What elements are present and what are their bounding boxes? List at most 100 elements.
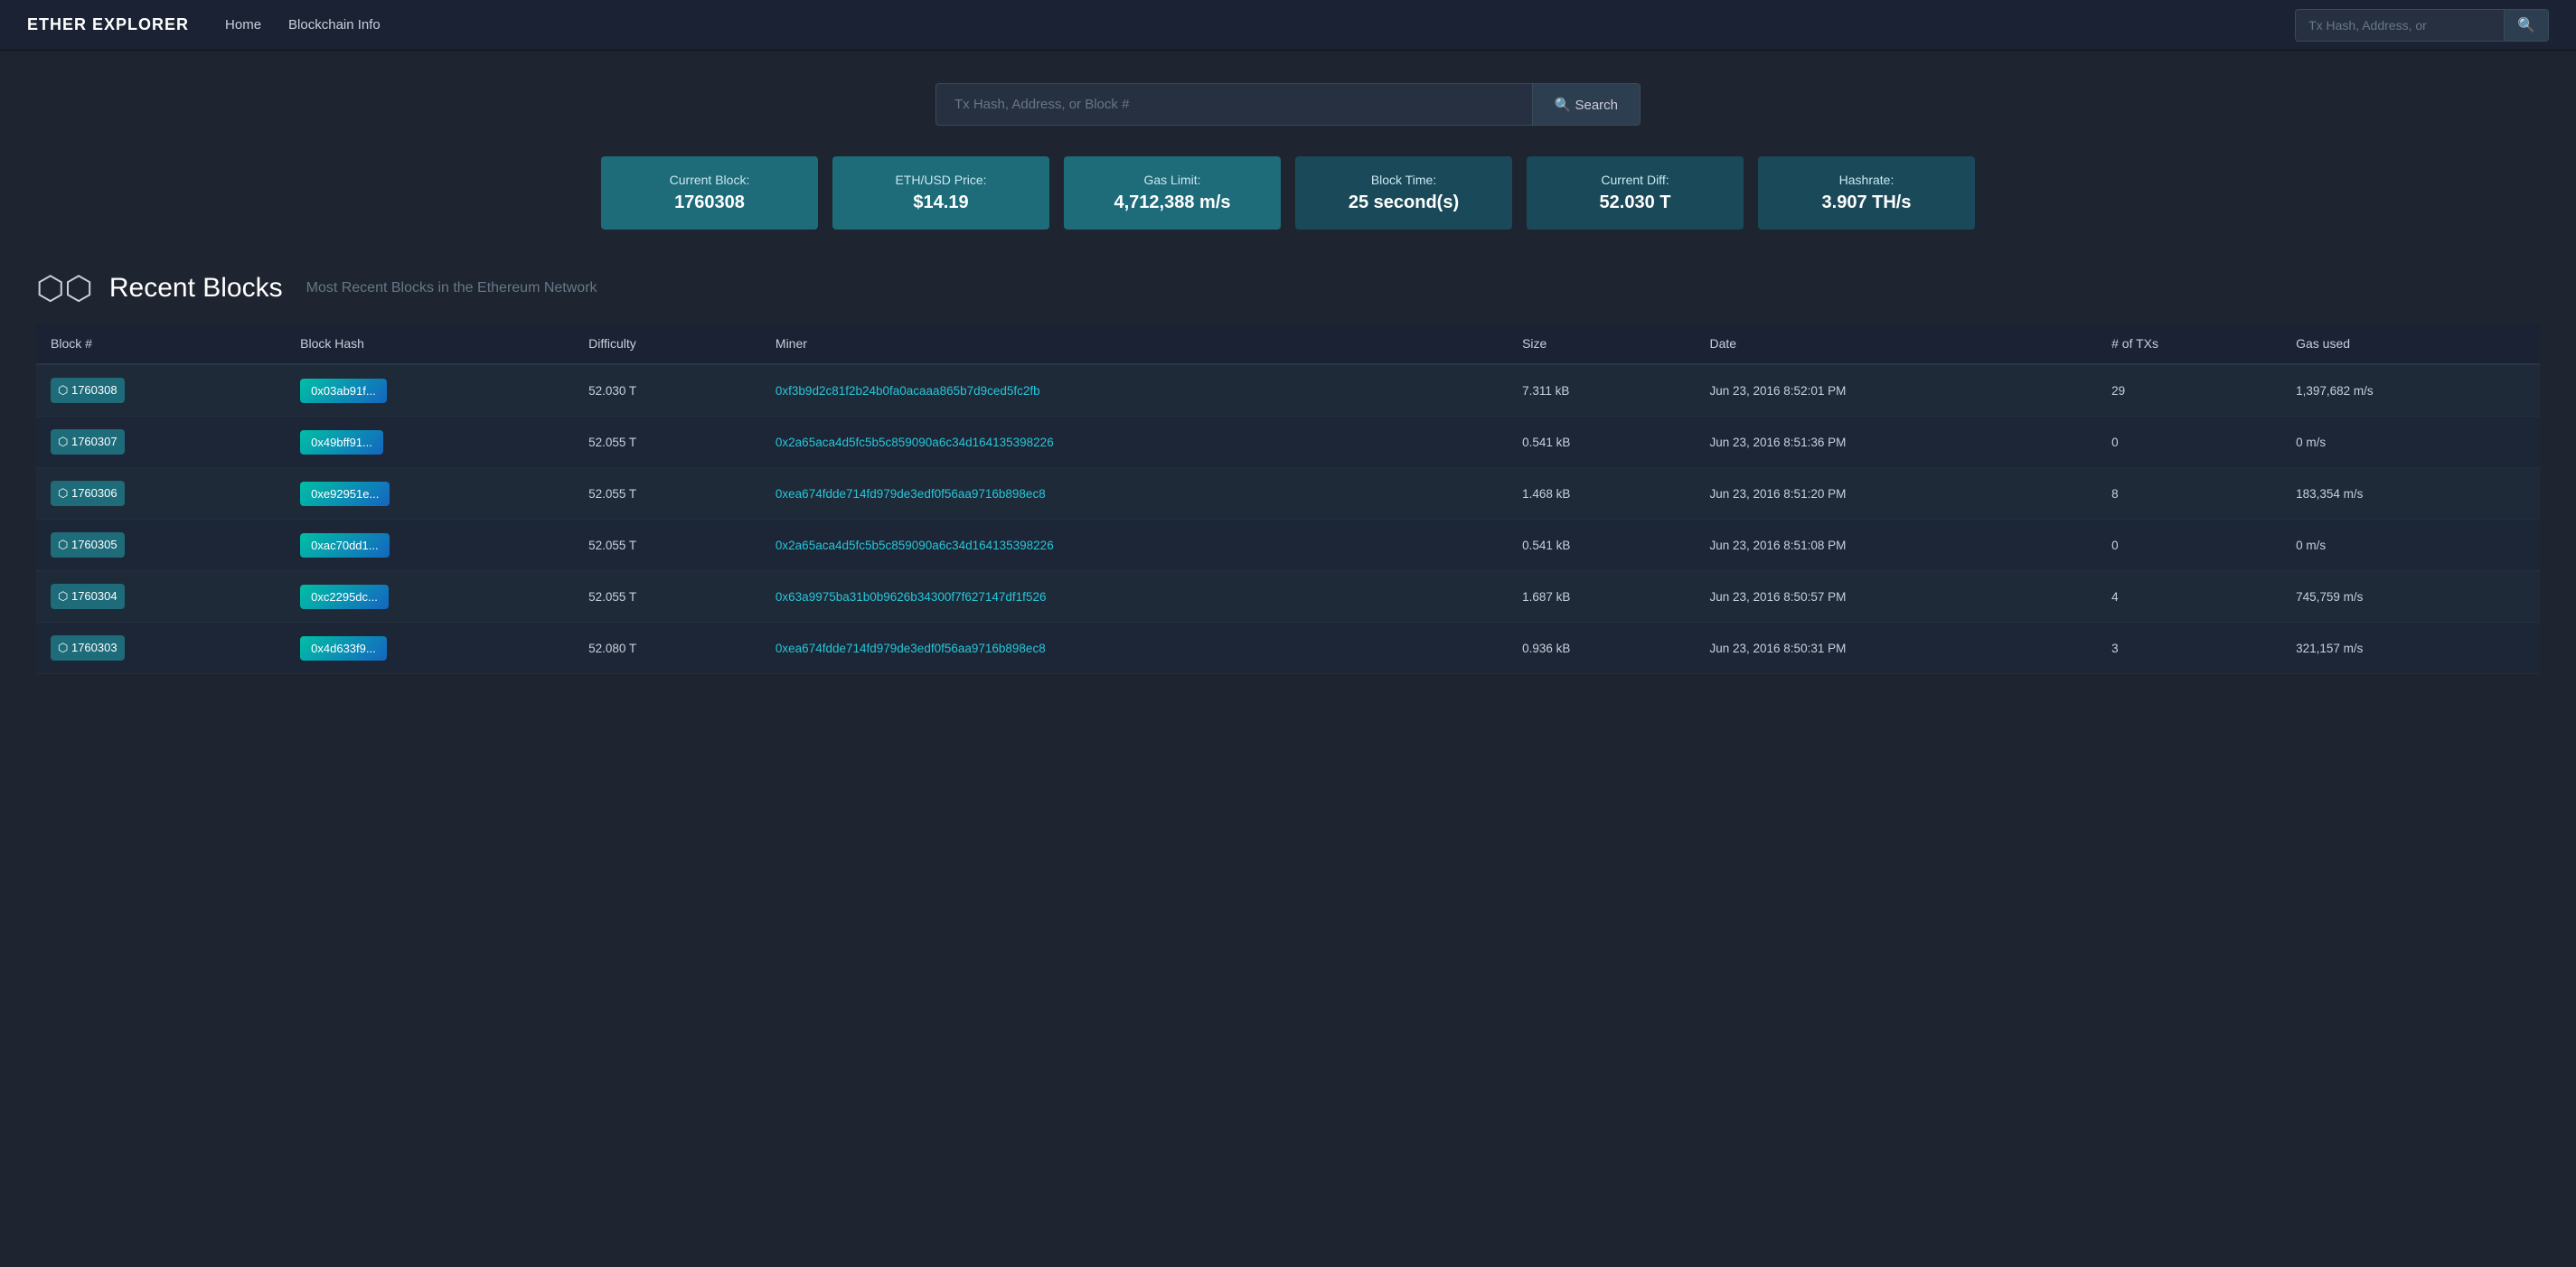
- hero-search-button[interactable]: 🔍 Search: [1532, 84, 1640, 125]
- blocks-table-container: Block #Block HashDifficultyMinerSizeDate…: [0, 314, 2576, 710]
- stat-label-1: ETH/USD Price:: [858, 173, 1024, 187]
- navbar: ETHER EXPLORER Home Blockchain Info 🔍: [0, 0, 2576, 51]
- num-txs-cell-0: 29: [2097, 364, 2281, 417]
- gas-used-cell-0: 1,397,682 m/s: [2281, 364, 2540, 417]
- date-cell-0: Jun 23, 2016 8:52:01 PM: [1695, 364, 2097, 417]
- block-icon-5[interactable]: ⬡ 1760303: [51, 635, 125, 661]
- block-hash-badge-2[interactable]: 0xe92951e...: [300, 482, 390, 506]
- difficulty-cell-2: 52.055 T: [574, 468, 761, 520]
- navbar-search-button[interactable]: 🔍: [2504, 10, 2548, 41]
- table-header: Block #Block HashDifficultyMinerSizeDate…: [36, 324, 2540, 364]
- difficulty-cell-3: 52.055 T: [574, 520, 761, 571]
- stat-label-0: Current Block:: [626, 173, 793, 187]
- difficulty-cell-1: 52.055 T: [574, 417, 761, 468]
- stat-value-3: 25 second(s): [1321, 192, 1487, 213]
- num-txs-cell-3: 0: [2097, 520, 2281, 571]
- col-header-3: Miner: [761, 324, 1508, 364]
- miner-link-3[interactable]: 0x2a65aca4d5fc5b5c859090a6c34d1641353982…: [776, 539, 1054, 552]
- navbar-search-input[interactable]: [2296, 12, 2504, 39]
- block-hash-badge-1[interactable]: 0x49bff91...: [300, 430, 383, 455]
- stat-value-0: 1760308: [626, 192, 793, 213]
- date-cell-5: Jun 23, 2016 8:50:31 PM: [1695, 623, 2097, 674]
- block-num-cell-0: ⬡ 1760308: [36, 364, 286, 417]
- block-hash-cell-3: 0xac70dd1...: [286, 520, 574, 571]
- block-hash-cell-5: 0x4d633f9...: [286, 623, 574, 674]
- difficulty-cell-4: 52.055 T: [574, 571, 761, 623]
- num-txs-cell-4: 4: [2097, 571, 2281, 623]
- miner-cell-3: 0x2a65aca4d5fc5b5c859090a6c34d1641353982…: [761, 520, 1508, 571]
- nav-blockchain-info[interactable]: Blockchain Info: [288, 17, 381, 33]
- col-header-5: Date: [1695, 324, 2097, 364]
- stat-label-2: Gas Limit:: [1089, 173, 1255, 187]
- col-header-1: Block Hash: [286, 324, 574, 364]
- date-cell-3: Jun 23, 2016 8:51:08 PM: [1695, 520, 2097, 571]
- hero-section: 🔍 Search: [0, 51, 2576, 147]
- block-num-cell-4: ⬡ 1760304: [36, 571, 286, 623]
- nav-links: Home Blockchain Info: [225, 17, 2295, 33]
- col-header-4: Size: [1508, 324, 1695, 364]
- gas-used-cell-1: 0 m/s: [2281, 417, 2540, 468]
- block-icon-4[interactable]: ⬡ 1760304: [51, 584, 125, 609]
- gas-used-cell-4: 745,759 m/s: [2281, 571, 2540, 623]
- table-row: ⬡ 1760304 0xc2295dc... 52.055 T 0x63a9975b…: [36, 571, 2540, 623]
- date-cell-4: Jun 23, 2016 8:50:57 PM: [1695, 571, 2097, 623]
- hero-search-form: 🔍 Search: [935, 83, 1641, 126]
- block-num-cell-5: ⬡ 1760303: [36, 623, 286, 674]
- brand: ETHER EXPLORER: [27, 15, 189, 34]
- miner-link-5[interactable]: 0xea674fdde714fd979de3edf0f56aa9716b898e…: [776, 642, 1046, 655]
- block-hash-badge-5[interactable]: 0x4d633f9...: [300, 636, 387, 661]
- block-num-cell-3: ⬡ 1760305: [36, 520, 286, 571]
- miner-cell-5: 0xea674fdde714fd979de3edf0f56aa9716b898e…: [761, 623, 1508, 674]
- stat-card-5: Hashrate: 3.907 TH/s: [1758, 156, 1975, 230]
- nav-home[interactable]: Home: [225, 17, 261, 33]
- table-row: ⬡ 1760305 0xac70dd1... 52.055 T 0x2a65aca4…: [36, 520, 2540, 571]
- date-cell-2: Jun 23, 2016 8:51:20 PM: [1695, 468, 2097, 520]
- section-subtitle: Most Recent Blocks in the Ethereum Netwo…: [306, 280, 597, 296]
- miner-link-1[interactable]: 0x2a65aca4d5fc5b5c859090a6c34d1641353982…: [776, 436, 1054, 449]
- table-row: ⬡ 1760307 0x49bff91... 52.055 T 0x2a65aca4…: [36, 417, 2540, 468]
- block-num-cell-1: ⬡ 1760307: [36, 417, 286, 468]
- miner-link-4[interactable]: 0x63a9975ba31b0b9626b34300f7f627147df1f5…: [776, 590, 1047, 604]
- col-header-7: Gas used: [2281, 324, 2540, 364]
- miner-cell-2: 0xea674fdde714fd979de3edf0f56aa9716b898e…: [761, 468, 1508, 520]
- stat-value-5: 3.907 TH/s: [1783, 192, 1950, 213]
- block-hash-badge-3[interactable]: 0xac70dd1...: [300, 533, 389, 558]
- section-title: Recent Blocks: [109, 273, 283, 304]
- block-icon-1[interactable]: ⬡ 1760307: [51, 429, 125, 455]
- stat-card-4: Current Diff: 52.030 T: [1527, 156, 1744, 230]
- num-txs-cell-1: 0: [2097, 417, 2281, 468]
- hero-search-input[interactable]: [936, 84, 1532, 125]
- table-row: ⬡ 1760303 0x4d633f9... 52.080 T 0xea674fdd…: [36, 623, 2540, 674]
- size-cell-5: 0.936 kB: [1508, 623, 1695, 674]
- block-hash-cell-4: 0xc2295dc...: [286, 571, 574, 623]
- stat-card-1: ETH/USD Price: $14.19: [832, 156, 1049, 230]
- stat-card-0: Current Block: 1760308: [601, 156, 818, 230]
- block-icon-3[interactable]: ⬡ 1760305: [51, 532, 125, 558]
- block-hash-badge-4[interactable]: 0xc2295dc...: [300, 585, 389, 609]
- navbar-search-form: 🔍: [2295, 9, 2549, 42]
- block-hash-cell-0: 0x03ab91f...: [286, 364, 574, 417]
- block-icon-0[interactable]: ⬡ 1760308: [51, 378, 125, 403]
- stat-label-5: Hashrate:: [1783, 173, 1950, 187]
- stat-card-2: Gas Limit: 4,712,388 m/s: [1064, 156, 1281, 230]
- col-header-6: # of TXs: [2097, 324, 2281, 364]
- block-hash-badge-0[interactable]: 0x03ab91f...: [300, 379, 387, 403]
- miner-link-2[interactable]: 0xea674fdde714fd979de3edf0f56aa9716b898e…: [776, 487, 1046, 501]
- col-header-2: Difficulty: [574, 324, 761, 364]
- block-hash-cell-1: 0x49bff91...: [286, 417, 574, 468]
- block-hash-cell-2: 0xe92951e...: [286, 468, 574, 520]
- block-num-cell-2: ⬡ 1760306: [36, 468, 286, 520]
- stat-label-4: Current Diff:: [1552, 173, 1718, 187]
- date-cell-1: Jun 23, 2016 8:51:36 PM: [1695, 417, 2097, 468]
- gas-used-cell-2: 183,354 m/s: [2281, 468, 2540, 520]
- miner-cell-1: 0x2a65aca4d5fc5b5c859090a6c34d1641353982…: [761, 417, 1508, 468]
- difficulty-cell-5: 52.080 T: [574, 623, 761, 674]
- size-cell-0: 7.311 kB: [1508, 364, 1695, 417]
- miner-link-0[interactable]: 0xf3b9d2c81f2b24b0fa0acaaa865b7d9ced5fc2…: [776, 384, 1040, 398]
- miner-cell-0: 0xf3b9d2c81f2b24b0fa0acaaa865b7d9ced5fc2…: [761, 364, 1508, 417]
- difficulty-cell-0: 52.030 T: [574, 364, 761, 417]
- section-header: ⬡⬡ Recent Blocks Most Recent Blocks in t…: [0, 255, 2576, 314]
- size-cell-4: 1.687 kB: [1508, 571, 1695, 623]
- num-txs-cell-5: 3: [2097, 623, 2281, 674]
- block-icon-2[interactable]: ⬡ 1760306: [51, 481, 125, 506]
